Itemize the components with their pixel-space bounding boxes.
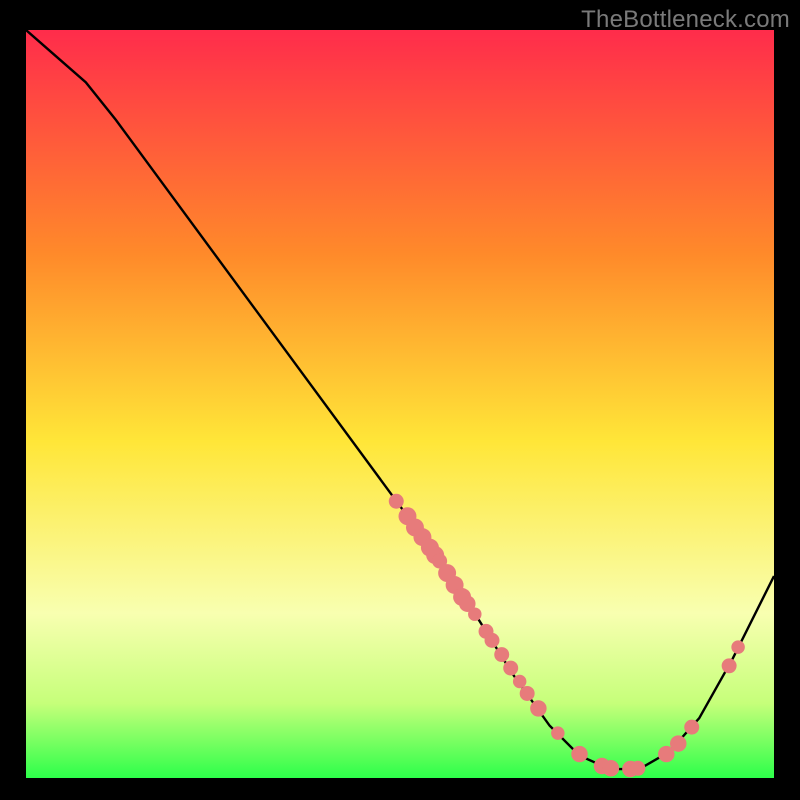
gradient-background	[26, 30, 774, 778]
data-marker	[551, 726, 564, 739]
data-marker	[468, 607, 481, 620]
data-marker	[494, 647, 509, 662]
data-marker	[630, 761, 645, 776]
chart-frame: TheBottleneck.com	[0, 0, 800, 800]
data-marker	[731, 640, 744, 653]
data-marker	[684, 720, 699, 735]
data-marker	[571, 746, 587, 762]
data-marker	[503, 661, 518, 676]
data-marker	[520, 686, 535, 701]
data-marker	[485, 633, 500, 648]
data-marker	[530, 700, 546, 716]
plot-area	[26, 30, 774, 778]
data-marker	[670, 735, 686, 751]
data-marker	[603, 760, 619, 776]
data-marker	[513, 675, 526, 688]
data-marker	[722, 658, 737, 673]
data-marker	[389, 494, 404, 509]
chart-svg	[26, 30, 774, 778]
